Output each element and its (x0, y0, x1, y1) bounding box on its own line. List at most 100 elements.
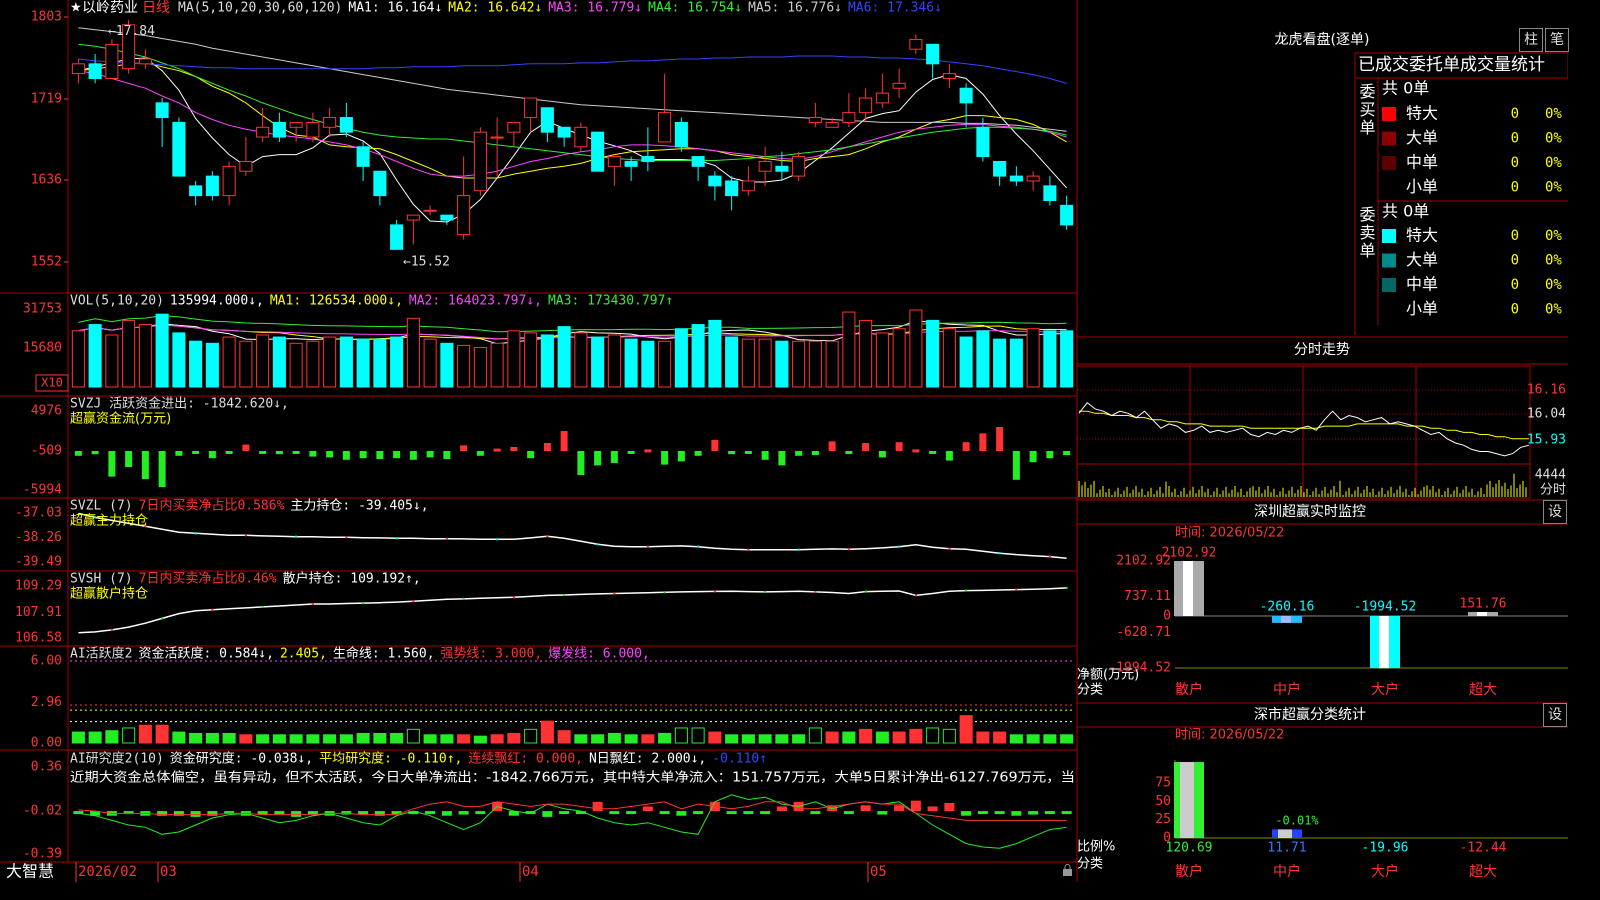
candle-body (507, 121, 521, 133)
activity-bar (71, 731, 85, 744)
research-bar (542, 811, 553, 817)
retail-dot (613, 592, 616, 595)
volume-bar (758, 338, 772, 388)
buy-row-label: 大单 (1406, 128, 1438, 147)
fundflow-bar (125, 451, 133, 467)
activity-bar (155, 724, 169, 744)
intraday-unit: 分时 (1540, 483, 1566, 498)
research-bar (877, 811, 888, 815)
activity-bar (205, 732, 219, 744)
candle-body (875, 92, 889, 104)
buy-row-value: 0 (1511, 180, 1519, 196)
cls-bar-label: -12.44 (1460, 841, 1507, 856)
candle-body (155, 102, 169, 119)
ma-line-ma2 (78, 62, 1067, 179)
activity-bar (758, 734, 772, 744)
cls-category: 大户 (1371, 863, 1399, 880)
candle-body (792, 156, 806, 177)
candle-body (406, 214, 420, 221)
research-bar (475, 811, 486, 815)
vol-unit-label: X10 (41, 376, 63, 390)
activity-bar (306, 734, 320, 744)
volume-bar (323, 336, 337, 388)
sz-monitor-settings-button[interactable]: 设 (1543, 500, 1567, 524)
volume-bar (172, 332, 186, 388)
buy-row-label: 中单 (1406, 153, 1438, 172)
research-bar (944, 802, 955, 812)
activity-bar (892, 731, 906, 744)
ma-line-ma4 (78, 43, 1067, 161)
activity-bar (323, 734, 337, 744)
class-stats-title: 深市超赢分类统计 (1254, 706, 1366, 723)
volume-bar (373, 338, 387, 388)
fundflow-bar (962, 442, 970, 451)
volume-bar (272, 336, 286, 388)
fundflow-bar (744, 451, 752, 454)
candle-body (842, 112, 856, 123)
vol-legend-4: MA3: 173430.797↑ (548, 294, 673, 309)
pen-mode-button[interactable]: 笔 (1545, 28, 1569, 52)
candle-body (272, 121, 286, 138)
intraday-title: 分时走势 (1294, 342, 1350, 358)
cls-ytick: 75 (1155, 776, 1171, 791)
activity-bar (507, 732, 521, 744)
fundflow-bar (409, 451, 417, 460)
candle-body (540, 107, 554, 133)
ai2-legend-4: N日飘红: 2.000↓, (589, 751, 706, 767)
candle-body (490, 136, 504, 139)
svsh-legend-0: SVSH (7) (70, 572, 133, 587)
bar-mode-button[interactable]: 柱 (1519, 28, 1543, 52)
vol-tick-label: 15680 (23, 341, 62, 356)
vol-legend-3: MA2: 164023.797↓, (409, 294, 542, 309)
activity-bar (272, 734, 286, 744)
activity-bar (172, 731, 186, 744)
fundflow-bar (225, 451, 233, 454)
main-force-dot (948, 547, 951, 550)
fundflow-bar (661, 451, 669, 465)
candle-body (222, 165, 236, 197)
intraday-tick: 15.93 (1527, 433, 1566, 448)
volume-bar (942, 328, 956, 388)
intraday-tick: 16.16 (1527, 383, 1566, 398)
ma-legend-0: MA(5,10,20,30,60,120) (178, 1, 342, 16)
intraday-avg-line (1079, 410, 1529, 440)
candle-body (557, 126, 571, 138)
candle-body (71, 63, 85, 75)
ai1-tick-label: 0.00 (31, 736, 62, 751)
research-bar (693, 811, 704, 815)
volume-bar (976, 330, 990, 388)
candle-body (373, 170, 387, 197)
volume-bar (289, 342, 303, 388)
ai1-legend-1: 资金活跃度: 0.584↓, (138, 646, 273, 662)
buy-total: 共 0单 (1382, 79, 1429, 98)
candle-body (624, 160, 638, 167)
retail-dot (311, 602, 315, 606)
activity-bar (624, 734, 638, 744)
volume-bar (574, 332, 588, 388)
sell-row-pct: 0% (1545, 302, 1562, 318)
main-force-dot (345, 536, 348, 539)
candle-body (1026, 175, 1040, 182)
price-tick-label: 1636 (31, 173, 62, 188)
activity-bar (373, 732, 387, 744)
date-label: 2026/02 (78, 864, 137, 880)
activity-bar (591, 734, 605, 744)
volume-bar (306, 340, 320, 388)
volume-bar (892, 328, 906, 388)
candle-body (808, 117, 822, 123)
volume-bar (658, 340, 672, 388)
price-tick-label: 1719 (31, 91, 62, 106)
candle-body (1060, 204, 1074, 226)
sz-monitor-time: 时间: 2026/05/22 (1175, 526, 1284, 541)
sz-bar-label: -260.16 (1260, 600, 1315, 615)
volume-bar (741, 338, 755, 388)
candle-body (641, 156, 655, 162)
fundflow-bar (326, 451, 334, 458)
class-stats-settings-button[interactable]: 设 (1543, 703, 1567, 727)
ai2-legend-3: 连续飘红: 0.000, (468, 751, 583, 767)
sz-bar (1370, 616, 1400, 669)
ai1-legend-0: AI活跃度2 (70, 646, 132, 662)
main-force-dot (696, 545, 700, 548)
volume-bar (591, 336, 605, 388)
favorite-star-icon: ★ (70, 1, 82, 16)
